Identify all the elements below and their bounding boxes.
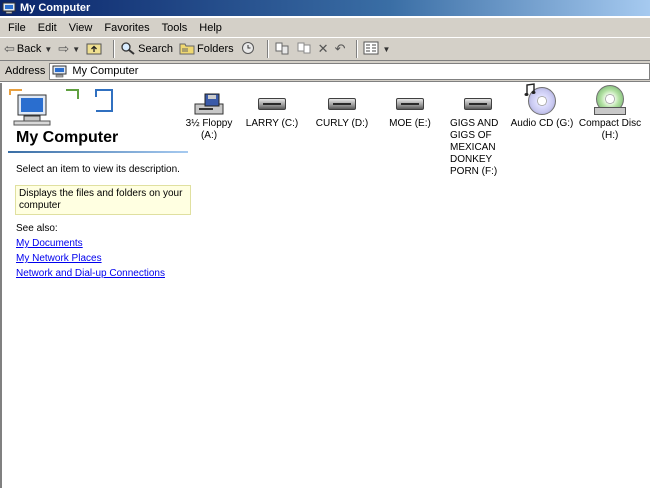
menu-tools[interactable]: Tools [156,22,194,34]
drive-compact-disc-h[interactable]: Compact Disc (H:) [578,83,642,142]
menu-help[interactable]: Help [193,22,228,34]
drive-curly-d[interactable]: CURLY (D:) [310,88,374,130]
folders-button[interactable]: Folders [179,39,234,59]
views-dropdown-icon[interactable]: ▼ [382,45,390,54]
views-button[interactable]: ▼ [363,39,390,59]
info-sidebar: My Computer Select an item to view its d… [8,83,191,488]
drive-moe-e[interactable]: MOE (E:) [378,88,442,130]
up-folder-icon [86,41,102,58]
content-pane: My Computer Select an item to view its d… [0,83,650,488]
undo-icon: ↶ [334,41,346,56]
see-also-label: See also: [16,223,58,234]
history-icon [240,41,256,58]
undo-button[interactable]: ↶ [335,39,346,59]
drive-audio-cd-g[interactable]: Audio CD (G:) [510,83,574,130]
address-input[interactable]: My Computer [49,62,650,80]
info-tooltip-box: Displays the files and folders on your c… [15,185,191,215]
delete-x-icon: ✕ [317,41,329,56]
menu-file[interactable]: File [2,22,32,34]
drive-label: CURLY (D:) [315,118,369,129]
link-network-dialup[interactable]: Network and Dial-up Connections [16,268,165,279]
hard-drive-icon [310,88,374,118]
compact-disc-icon [578,83,642,118]
drive-floppy-a[interactable]: 3½ Floppy (A:) [177,88,241,142]
audio-cd-icon [510,83,574,118]
sidebar-title: My Computer [16,129,119,146]
my-computer-banner-icon [8,87,128,127]
address-value: My Computer [72,65,139,77]
drive-label: Audio CD (G:) [510,118,574,129]
selection-description: Select an item to view its description. [16,164,180,175]
history-button[interactable] [240,39,256,59]
toolbar-separator [113,40,116,58]
copy-to-button[interactable] [296,39,312,59]
my-computer-icon [2,2,16,14]
floppy-drive-icon [177,88,241,118]
toolbar-separator [356,40,359,58]
address-label: Address [5,65,46,77]
back-arrow-icon: ⇦ [4,41,15,56]
back-button[interactable]: ⇦ Back ▼ [4,39,52,59]
menu-favorites[interactable]: Favorites [98,22,155,34]
window-title: My Computer [20,2,91,14]
back-label: Back [16,43,42,55]
drive-label: MOE (E:) [389,118,431,129]
link-my-network-places[interactable]: My Network Places [16,253,102,264]
drive-larry-c[interactable]: LARRY (C:) [240,88,304,130]
forward-button[interactable]: ⇨ ▼ [58,39,80,59]
back-dropdown-icon[interactable]: ▼ [44,45,52,54]
link-my-documents[interactable]: My Documents [16,238,83,249]
hard-drive-icon [240,88,304,118]
move-to-icon [274,41,290,58]
forward-arrow-icon: ⇨ [58,41,70,56]
title-bar: My Computer [0,0,650,16]
toolbar: ⇦ Back ▼ ⇨ ▼ Search Folders ✕ ↶ ▼ [0,37,650,61]
folders-label: Folders [196,43,234,55]
search-icon [120,41,136,58]
sidebar-divider [8,151,188,153]
drive-label: LARRY (C:) [245,118,299,129]
menu-view[interactable]: View [63,22,99,34]
search-button[interactable]: Search [120,39,173,59]
copy-to-icon [296,41,312,58]
hard-drive-icon [446,88,510,118]
address-bar: Address My Computer [0,61,650,82]
my-computer-icon [52,65,68,78]
move-to-button[interactable] [274,39,290,59]
up-folder-button[interactable] [86,39,102,59]
folders-icon [179,41,195,58]
menu-bar: File Edit View Favorites Tools Help [0,18,650,37]
delete-button[interactable]: ✕ [318,39,329,59]
views-icon [363,41,379,58]
menu-edit[interactable]: Edit [32,22,63,34]
toolbar-separator [266,40,269,58]
forward-dropdown-icon[interactable]: ▼ [72,45,80,54]
drive-label: Compact Disc (H:) [578,118,642,141]
hard-drive-icon [378,88,442,118]
drive-label: 3½ Floppy (A:) [185,118,233,141]
search-label: Search [138,43,173,55]
